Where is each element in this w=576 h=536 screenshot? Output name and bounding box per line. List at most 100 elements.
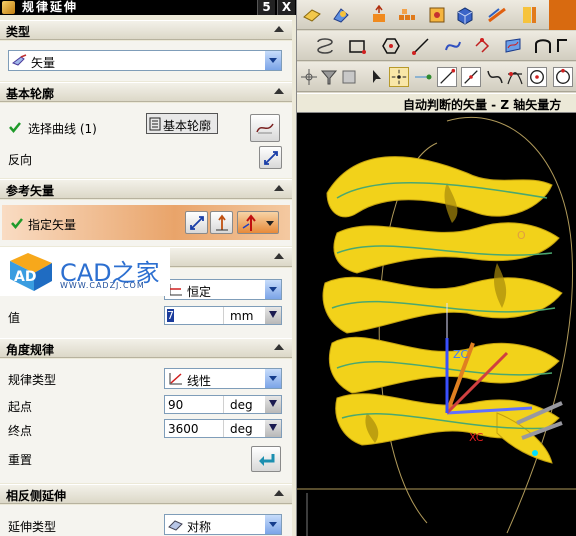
section-opposite-side-body: 延伸类型 对称: [0, 505, 292, 536]
chevron-down-icon[interactable]: [266, 221, 274, 226]
pattern-icon[interactable]: [397, 5, 417, 25]
unit-menu-button[interactable]: [265, 396, 281, 413]
spline-icon[interactable]: [443, 36, 463, 56]
cue-line: 自动判断的矢量 - Z 轴矢量方: [297, 93, 576, 113]
hole-icon[interactable]: [427, 5, 447, 25]
point-set-icon[interactable]: [473, 36, 493, 56]
helix-icon[interactable]: [315, 36, 335, 56]
line-end-icon[interactable]: [437, 67, 457, 87]
chevron-down-icon[interactable]: [264, 280, 281, 299]
specify-vector-dropdown[interactable]: [237, 211, 279, 234]
chevron-down-icon[interactable]: [264, 369, 281, 388]
toolbar-overflow[interactable]: [549, 0, 576, 30]
unit-menu-button[interactable]: [265, 307, 281, 324]
arc-center-icon[interactable]: [527, 67, 547, 87]
law-extension-dialog: 规律延伸 5 X 类型 矢量 基本轮廓 选择曲线 (1) 反向 参考矢量 指定矢…: [0, 0, 297, 536]
angle-law-type-value: 线性: [187, 374, 212, 388]
offset-face-icon[interactable]: [519, 5, 539, 25]
collapse-icon[interactable]: [274, 253, 284, 259]
section-angle-law-header[interactable]: 角度规律: [0, 338, 292, 358]
vector-constructor-icon: [216, 214, 228, 231]
collapse-icon[interactable]: [274, 88, 284, 94]
mid-point-icon[interactable]: [461, 67, 481, 87]
snap-point-icon[interactable]: [299, 67, 319, 87]
type-dropdown-value: 矢量: [31, 56, 56, 70]
reverse-icon: [190, 216, 204, 230]
pickbox-icon: [149, 117, 161, 131]
dialog-titlebar: 规律延伸 5 X: [0, 0, 296, 15]
field-separator: [223, 396, 224, 413]
toolbar-row-1: [297, 0, 576, 30]
extend-type-dropdown[interactable]: 对称: [164, 514, 282, 535]
end-point-icon[interactable]: [413, 67, 433, 87]
main-toolbars: [297, 0, 576, 93]
extrude-icon[interactable]: [369, 5, 389, 25]
bridge-curve-icon[interactable]: [533, 36, 553, 56]
end-angle-value[interactable]: 3600: [168, 422, 199, 436]
general-point-icon[interactable]: [339, 67, 359, 87]
section-angle-law-label: 角度规律: [6, 343, 55, 357]
dialog-title: 规律延伸: [22, 0, 79, 14]
chevron-down-icon[interactable]: [264, 51, 281, 70]
section-angle-law-body: 规律类型 线性 起点 90 deg 终点 3600 deg 重置: [0, 359, 292, 483]
reset-button[interactable]: [251, 446, 281, 472]
select-curve-button[interactable]: [250, 114, 280, 142]
quadrant-point-icon[interactable]: [553, 67, 573, 87]
rectangle-icon[interactable]: [347, 36, 367, 56]
vector-constructor-button[interactable]: [210, 211, 233, 234]
end-angle-field[interactable]: 3600 deg: [164, 419, 282, 438]
linear-law-icon: [169, 373, 182, 385]
section-ref-vector-label: 参考矢量: [6, 184, 55, 198]
length-value-text[interactable]: 7: [167, 309, 174, 322]
chevron-down-icon[interactable]: [264, 515, 281, 534]
sketch-icon[interactable]: [555, 36, 575, 56]
reset-dialog-button[interactable]: 5: [257, 0, 275, 15]
close-button[interactable]: X: [277, 0, 295, 15]
section-type-body: 矢量: [0, 41, 292, 81]
reverse-vector-button[interactable]: [185, 211, 208, 234]
section-ref-vector-header[interactable]: 参考矢量: [0, 179, 292, 199]
angle-law-type-label: 规律类型: [8, 373, 57, 387]
length-law-type-dropdown[interactable]: 恒定: [164, 279, 282, 300]
select-curve-label[interactable]: 选择曲线 (1): [28, 120, 97, 137]
type-dropdown[interactable]: 矢量: [8, 50, 282, 71]
collapse-icon[interactable]: [274, 185, 284, 191]
reverse-label: 反向: [8, 153, 33, 167]
control-point-icon[interactable]: [485, 67, 505, 87]
specify-vector-row[interactable]: 指定矢量: [2, 205, 290, 240]
pointer-arrow-icon[interactable]: [367, 67, 387, 87]
polygon-icon[interactable]: [381, 36, 401, 56]
constant-law-icon: [169, 284, 182, 296]
sheet-body-icon[interactable]: [302, 5, 322, 25]
reset-icon: [259, 454, 275, 466]
watermark-url: WWW.CADZJ.COM: [60, 281, 145, 290]
vector-icon: [12, 54, 27, 66]
selection-filter-icon[interactable]: [319, 67, 339, 87]
section-opposite-side-header[interactable]: 相反侧延伸: [0, 484, 292, 504]
angle-law-type-dropdown[interactable]: 线性: [164, 368, 282, 389]
collapse-icon[interactable]: [274, 490, 284, 496]
box-icon[interactable]: [455, 5, 475, 25]
start-angle-value[interactable]: 90: [168, 398, 183, 412]
toolbar-row-2: [297, 31, 576, 61]
curve-on-surface-icon[interactable]: [503, 36, 523, 56]
collapse-icon[interactable]: [274, 26, 284, 32]
specify-vector-label: 指定矢量: [28, 218, 77, 232]
zc-axis-label: ZC: [453, 348, 469, 361]
graphics-viewport[interactable]: ZC XC O: [297, 113, 576, 536]
section-base-profile-header[interactable]: 基本轮廓: [0, 82, 292, 102]
blend-icon[interactable]: [487, 5, 507, 25]
line-icon[interactable]: [411, 36, 431, 56]
reverse-button[interactable]: [259, 146, 282, 169]
length-value-field[interactable]: 7 mm: [164, 306, 282, 325]
section-type-header[interactable]: 类型: [0, 20, 292, 40]
face-icon[interactable]: [331, 5, 351, 25]
start-angle-field[interactable]: 90 deg: [164, 395, 282, 414]
unit-menu-button[interactable]: [265, 420, 281, 437]
snap-existing-point-icon[interactable]: [389, 67, 409, 87]
section-opposite-side-label: 相反侧延伸: [6, 489, 67, 503]
intersection-point-icon[interactable]: [505, 67, 525, 87]
specify-vector-icon: [242, 214, 256, 231]
collapse-icon[interactable]: [274, 344, 284, 350]
symmetric-icon: [168, 520, 183, 531]
